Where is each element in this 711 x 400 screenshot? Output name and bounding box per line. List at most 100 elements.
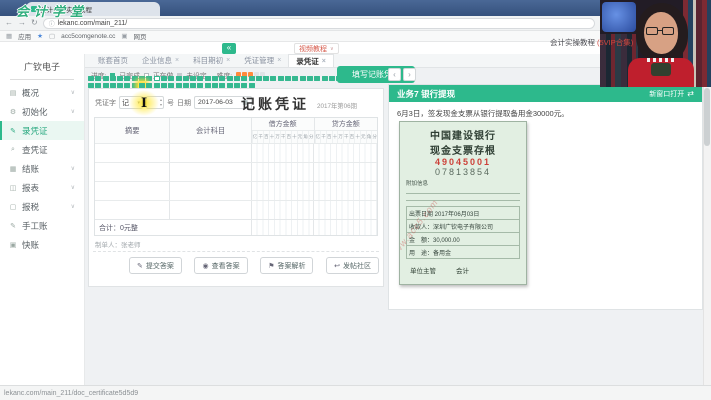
voucher-cell-account[interactable] bbox=[170, 163, 252, 181]
tab-企业信息[interactable]: 企业信息 × bbox=[135, 54, 186, 67]
close-icon[interactable]: × bbox=[175, 54, 179, 67]
next-page-button[interactable]: › bbox=[403, 68, 416, 81]
voucher-cell-credit[interactable] bbox=[314, 182, 377, 200]
progress-block[interactable] bbox=[263, 76, 270, 82]
voucher-cell-credit[interactable] bbox=[314, 163, 377, 181]
progress-block[interactable] bbox=[285, 76, 292, 82]
voucher-cell-account[interactable] bbox=[170, 201, 252, 219]
voucher-cell-debit[interactable] bbox=[251, 201, 315, 219]
progress-block[interactable] bbox=[190, 76, 197, 82]
close-icon[interactable]: × bbox=[226, 54, 230, 67]
tab-账套首页[interactable]: 账套首页 bbox=[91, 54, 135, 67]
voucher-cell-summary[interactable] bbox=[95, 144, 171, 162]
progress-block[interactable] bbox=[175, 76, 182, 82]
progress-block[interactable] bbox=[131, 76, 138, 82]
sidebar-item-概况[interactable]: ▤ 概况 ∨ bbox=[0, 83, 84, 102]
back-icon[interactable]: ← bbox=[5, 19, 13, 27]
progress-block[interactable] bbox=[226, 76, 233, 82]
sidebar-item-报税[interactable]: ▢ 报税 ∨ bbox=[0, 197, 84, 216]
check-sign-left: 单位主管 bbox=[410, 268, 436, 275]
voucher-cell-account[interactable] bbox=[170, 144, 252, 162]
voucher-header: 凭证字 记 ▾ ▴ ▾ 号 日期 2017-06-03 ▦ 记账凭证 2017年… bbox=[89, 89, 383, 116]
progress-block[interactable] bbox=[88, 76, 94, 82]
voucher-cell-debit[interactable] bbox=[251, 182, 315, 200]
action-提交答案[interactable]: ✎ 提交答案 bbox=[129, 257, 182, 274]
forward-icon[interactable]: → bbox=[18, 19, 26, 27]
progress-block[interactable] bbox=[212, 76, 219, 82]
progress-block[interactable] bbox=[321, 76, 328, 82]
progress-block[interactable] bbox=[146, 76, 153, 82]
bookmark-site[interactable]: acc5comgenote.cc bbox=[61, 33, 115, 40]
scrollbar-thumb[interactable] bbox=[704, 88, 710, 146]
progress-block[interactable] bbox=[314, 76, 321, 82]
progress-block[interactable] bbox=[182, 76, 189, 82]
sidebar-item-初始化[interactable]: ⚙ 初始化 ∨ bbox=[0, 102, 84, 121]
progress-block[interactable] bbox=[153, 76, 160, 82]
voucher-cell-summary[interactable] bbox=[95, 201, 171, 219]
close-icon[interactable]: × bbox=[322, 55, 326, 67]
tab-科目期初[interactable]: 科目期初 × bbox=[186, 54, 237, 67]
caption-suffix: (5VIP合集) bbox=[597, 38, 634, 47]
progress-block[interactable] bbox=[270, 76, 277, 82]
voucher-cell-debit[interactable] bbox=[251, 163, 315, 181]
progress-block[interactable] bbox=[292, 76, 299, 82]
voucher-word-value: 记 bbox=[122, 99, 129, 107]
progress-block[interactable] bbox=[328, 76, 335, 82]
tab-凭证管理[interactable]: 凭证管理 × bbox=[237, 54, 288, 67]
sidebar-item-结账[interactable]: ▦ 结账 ∨ bbox=[0, 159, 84, 178]
action-icon: ↩ bbox=[334, 262, 340, 270]
video-tutorial-dropdown[interactable]: 视频教程 ∨ bbox=[294, 43, 339, 54]
progress-block[interactable] bbox=[109, 76, 116, 82]
progress-block[interactable] bbox=[219, 76, 226, 82]
progress-block[interactable] bbox=[233, 76, 240, 82]
progress-block[interactable] bbox=[277, 76, 284, 82]
action-发帖社区[interactable]: ↩ 发帖社区 bbox=[326, 257, 379, 274]
progress-block[interactable] bbox=[197, 76, 204, 82]
bookmark-folder[interactable]: 网页 bbox=[134, 31, 147, 41]
voucher-cell-account[interactable] bbox=[170, 182, 252, 200]
check-serial-black: 07813854 bbox=[434, 167, 492, 177]
progress-block[interactable] bbox=[299, 76, 306, 82]
voucher-cell-summary[interactable] bbox=[95, 163, 171, 181]
progress-block[interactable] bbox=[241, 76, 248, 82]
progress-block[interactable] bbox=[102, 76, 109, 82]
bookmark-star-icon[interactable]: ★ bbox=[37, 32, 43, 40]
reload-icon[interactable]: ↻ bbox=[31, 19, 38, 27]
sidebar-item-报表[interactable]: ◫ 报表 ∨ bbox=[0, 178, 84, 197]
sidebar-item-录凭证[interactable]: ✎ 录凭证 bbox=[0, 121, 84, 140]
progress-block[interactable] bbox=[160, 76, 167, 82]
stepper-down-icon[interactable]: ▾ bbox=[160, 102, 162, 108]
sidebar-item-查凭证[interactable]: ⌕ 查凭证 bbox=[0, 140, 84, 159]
caption-prefix: 会计实操教程 bbox=[550, 38, 595, 47]
open-new-window[interactable]: 新窗口打开 ⇄ bbox=[649, 89, 694, 99]
voucher-cell-credit[interactable] bbox=[314, 201, 377, 219]
progress-block[interactable] bbox=[255, 76, 262, 82]
prev-page-button[interactable]: ‹ bbox=[388, 68, 401, 81]
action-label: 查看答案 bbox=[211, 262, 240, 270]
tab-录凭证[interactable]: 录凭证 × bbox=[288, 54, 334, 67]
progress-block[interactable] bbox=[248, 76, 255, 82]
voucher-row bbox=[95, 143, 377, 162]
voucher-cell-debit[interactable] bbox=[251, 144, 315, 162]
close-icon[interactable]: × bbox=[277, 54, 281, 67]
sidebar-item-手工账[interactable]: ✎ 手工账 bbox=[0, 216, 84, 235]
progress-block[interactable] bbox=[204, 76, 211, 82]
sidebar-item-icon: ⌕ bbox=[11, 145, 15, 153]
progress-block[interactable] bbox=[168, 76, 175, 82]
apps-label[interactable]: 应用 bbox=[18, 31, 31, 41]
progress-block[interactable] bbox=[117, 76, 124, 82]
action-查看答案[interactable]: ◉ 查看答案 bbox=[194, 257, 248, 274]
action-答案解析[interactable]: ⚑ 答案解析 bbox=[260, 257, 314, 274]
progress-block[interactable] bbox=[139, 76, 146, 82]
voucher-cell-summary[interactable] bbox=[95, 182, 171, 200]
voucher-cell-credit[interactable] bbox=[314, 144, 377, 162]
address-bar[interactable]: ⓘ lekanc.com/main_211/ bbox=[42, 17, 595, 29]
apps-grid-icon[interactable]: ▦ bbox=[6, 32, 12, 40]
voucher-table-header: 摘要 会计科目 借方金额 亿千百十万千百十元角分 贷方金额 亿千百十万千百十元角… bbox=[95, 118, 378, 143]
sidebar-collapse-button[interactable]: « bbox=[222, 43, 236, 54]
progress-block[interactable] bbox=[124, 76, 131, 82]
main-content: 账套首页企业信息×科目期初×凭证管理×录凭证× 进度: 已完成正在做未设定 难度… bbox=[85, 54, 703, 385]
progress-block[interactable] bbox=[95, 76, 102, 82]
sidebar-item-快账[interactable]: ▣ 快账 bbox=[0, 235, 84, 254]
progress-block[interactable] bbox=[306, 76, 313, 82]
